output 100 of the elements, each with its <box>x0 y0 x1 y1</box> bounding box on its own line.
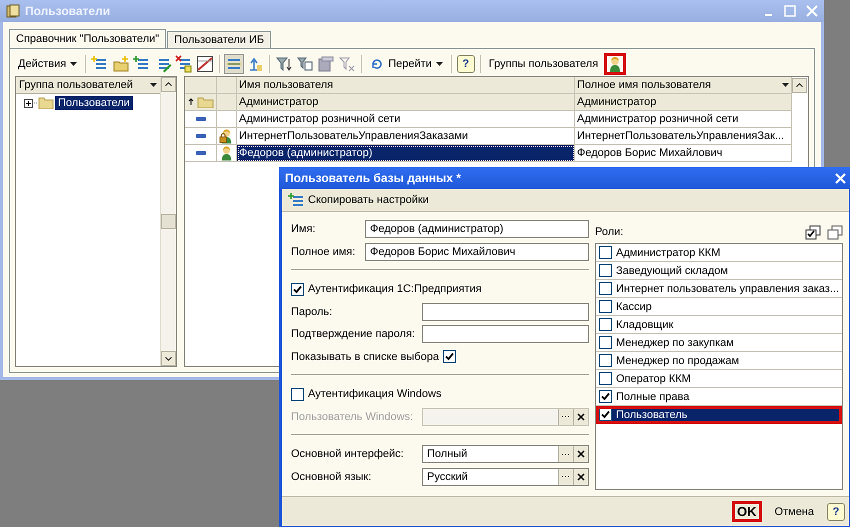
role-item[interactable]: Пользователь <box>596 406 842 424</box>
role-item[interactable]: Менеджер по продажам <box>596 352 842 370</box>
table-cell[interactable]: Федоров (администратор) <box>237 145 575 162</box>
scroll-down-button[interactable] <box>161 351 176 366</box>
cancel-button[interactable]: Отмена <box>770 502 819 520</box>
password-field[interactable] <box>422 302 589 321</box>
input-field[interactable]: Русский <box>422 468 589 486</box>
role-item[interactable]: Полные права <box>596 388 842 406</box>
roles-label: Роли: <box>594 226 624 238</box>
clear-button[interactable] <box>572 408 588 425</box>
clear-button[interactable] <box>572 446 588 462</box>
uncheck-all-icon[interactable] <box>827 224 843 240</box>
checkbox[interactable] <box>291 388 304 401</box>
close-icon[interactable] <box>835 172 846 184</box>
field-label: Имя: <box>291 223 316 236</box>
user-button[interactable] <box>604 53 626 75</box>
input-field[interactable] <box>422 408 589 426</box>
hierarchy-icon[interactable] <box>225 55 244 73</box>
column-header: Группа пользователей <box>19 79 133 91</box>
list-add-icon <box>288 193 304 207</box>
clear-button[interactable] <box>572 468 588 485</box>
checkbox[interactable] <box>598 390 612 403</box>
checkbox[interactable] <box>291 282 304 296</box>
locked-user-icon <box>219 128 234 144</box>
field-label: Пользователь Windows: <box>291 410 414 423</box>
field-label: Основной язык: <box>291 470 372 483</box>
scroll-up-button[interactable] <box>161 77 176 92</box>
table-cell[interactable]: Администратор розничной сети <box>575 111 792 128</box>
field-label: Подтверждение пароля: <box>291 328 416 340</box>
filter-icon[interactable] <box>275 55 294 73</box>
filter-clear-icon[interactable] <box>338 55 356 73</box>
ok-button[interactable]: OK <box>732 501 762 522</box>
tab[interactable]: Справочник "Пользователи" <box>9 29 166 48</box>
window-title: Пользователи <box>25 4 110 18</box>
caret-icon <box>782 83 789 87</box>
expand-icon[interactable] <box>24 98 33 108</box>
item-icon <box>196 134 206 138</box>
checkbox-label: Аутентификация Windows <box>308 388 442 400</box>
caret-icon <box>436 62 443 66</box>
clear-icon <box>576 450 585 458</box>
table-cell[interactable]: ИнтернетПользовательУправленияЗак... <box>575 128 792 145</box>
password-field[interactable] <box>422 325 589 344</box>
caret-icon <box>70 62 78 66</box>
table-menu-icon[interactable] <box>317 55 336 73</box>
item-icon <box>196 117 206 121</box>
role-item[interactable]: Интернет пользователь управления заказ... <box>596 280 842 298</box>
column-header[interactable]: Имя пользователя <box>237 77 575 94</box>
checkbox[interactable] <box>598 300 612 313</box>
window-icon <box>6 4 20 18</box>
role-item[interactable]: Заведующий складом <box>596 262 842 280</box>
tab[interactable]: Пользователи ИБ <box>167 31 272 48</box>
role-item[interactable]: Кассир <box>596 298 842 316</box>
checkbox[interactable] <box>598 408 612 421</box>
folder-add-icon[interactable] <box>112 55 130 73</box>
folder-icon <box>34 97 54 109</box>
list-delete-icon[interactable] <box>175 55 194 73</box>
table-cell[interactable]: Администратор <box>575 94 792 111</box>
column-header[interactable]: Полное имя пользователя <box>575 77 792 94</box>
groups-button[interactable]: Группы пользователя <box>486 56 602 72</box>
input-field[interactable]: Федоров Борис Михайлович <box>365 242 589 261</box>
checkbox[interactable] <box>598 354 612 367</box>
folder-up-icon <box>188 96 214 108</box>
checkbox[interactable] <box>598 264 612 277</box>
field-label: Полное имя: <box>291 246 356 258</box>
role-item[interactable]: Оператор ККМ <box>596 370 842 388</box>
check-all-icon[interactable] <box>805 224 821 240</box>
clear-icon <box>576 472 585 481</box>
role-item[interactable]: Администратор ККМ <box>596 244 842 262</box>
caret-icon <box>150 83 157 87</box>
table-edit-icon[interactable] <box>196 55 214 73</box>
help-button[interactable]: ? <box>456 55 475 73</box>
checkbox[interactable] <box>598 336 612 349</box>
refresh-icon <box>370 57 384 71</box>
role-item[interactable]: Менеджер по закупкам <box>596 334 842 352</box>
dialog-title: Пользователь базы данных * <box>285 171 461 185</box>
field-label: Пароль: <box>291 306 334 318</box>
input-field[interactable]: Полный <box>422 445 589 464</box>
checkbox[interactable] <box>598 282 612 295</box>
role-item[interactable]: Кладовщик <box>596 316 842 334</box>
table-cell[interactable]: Администратор <box>237 94 575 111</box>
checkbox[interactable] <box>598 246 612 259</box>
clear-icon <box>576 412 585 421</box>
scroll-up-button[interactable] <box>792 78 807 93</box>
checkbox[interactable] <box>598 372 612 385</box>
table-cell[interactable]: Администратор розничной сети <box>237 111 575 128</box>
filter-table-icon[interactable] <box>296 55 314 73</box>
goto-menu[interactable]: Перейти <box>367 55 446 73</box>
checkbox[interactable] <box>442 350 456 364</box>
help-button[interactable]: ? <box>827 502 845 520</box>
actions-menu[interactable]: Действия <box>15 56 80 72</box>
table-cell[interactable]: Федоров Борис Михайлович <box>575 145 792 162</box>
input-field[interactable]: Федоров (администратор) <box>365 220 589 238</box>
scroll-thumb[interactable] <box>161 214 176 229</box>
user-icon <box>219 145 234 161</box>
checkbox[interactable] <box>598 318 612 331</box>
checkbox-label: Аутентификация 1С:Предприятия <box>308 283 482 296</box>
tree-item[interactable]: Пользователи <box>55 96 133 110</box>
checkbox-label: Показывать в списке выбора <box>291 350 439 363</box>
field-label: Основной интерфейс: <box>291 448 405 460</box>
item-icon <box>196 151 206 155</box>
